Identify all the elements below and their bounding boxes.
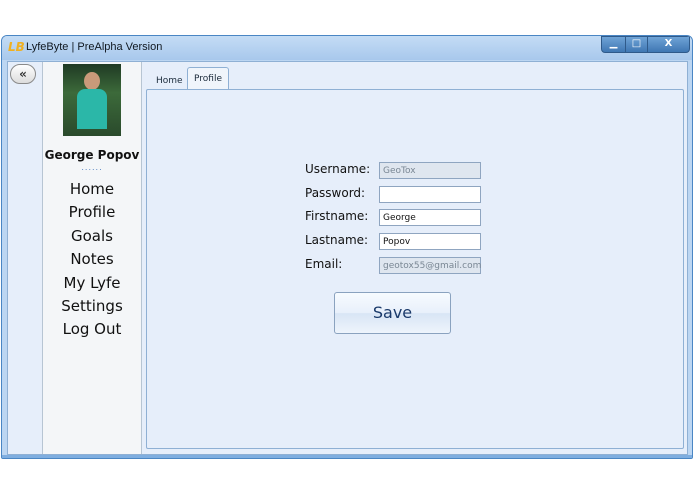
sidebar: George Popov ...... Home Profile Goals N… xyxy=(42,62,142,454)
title-bar[interactable]: LB LyfeByte | PreAlpha Version ▁ □ X xyxy=(2,36,692,60)
close-button[interactable]: X xyxy=(647,36,690,53)
sidebar-item-profile[interactable]: Profile xyxy=(43,201,141,224)
profile-panel: Username: GeoTox Password: Firstname: Ge… xyxy=(146,89,684,449)
email-field: geotox55@gmail.com xyxy=(379,257,481,274)
firstname-field[interactable]: George xyxy=(379,209,481,226)
user-name: George Popov xyxy=(44,148,140,162)
sidebar-item-log-out[interactable]: Log Out xyxy=(43,318,141,341)
sidebar-item-goals[interactable]: Goals xyxy=(43,225,141,248)
password-label: Password: xyxy=(305,186,366,200)
client-area: « George Popov ...... Home Profile Goals… xyxy=(7,61,688,455)
app-window: LB LyfeByte | PreAlpha Version ▁ □ X « G… xyxy=(1,35,693,459)
lastname-label: Lastname: xyxy=(305,233,369,247)
sidebar-nav: Home Profile Goals Notes My Lyfe Setting… xyxy=(43,178,141,342)
firstname-label: Firstname: xyxy=(305,209,369,223)
username-label: Username: xyxy=(305,162,371,176)
collapse-sidebar-button[interactable]: « xyxy=(10,64,36,84)
avatar-body xyxy=(77,89,107,129)
sidebar-item-settings[interactable]: Settings xyxy=(43,295,141,318)
minimize-button[interactable]: ▁ xyxy=(601,36,626,53)
tab-home[interactable]: Home xyxy=(149,70,190,90)
avatar-head xyxy=(84,72,100,90)
separator-dots: ...... xyxy=(81,163,103,172)
window-bottom-border xyxy=(2,455,692,458)
password-field[interactable] xyxy=(379,186,481,203)
lastname-field[interactable]: Popov xyxy=(379,233,481,250)
username-field: GeoTox xyxy=(379,162,481,179)
avatar xyxy=(63,64,121,136)
sidebar-item-home[interactable]: Home xyxy=(43,178,141,201)
tab-profile[interactable]: Profile xyxy=(187,67,229,91)
window-title: LyfeByte | PreAlpha Version xyxy=(26,41,163,53)
sidebar-item-notes[interactable]: Notes xyxy=(43,248,141,271)
maximize-button[interactable]: □ xyxy=(625,36,648,53)
sidebar-item-my-lyfe[interactable]: My Lyfe xyxy=(43,272,141,295)
email-label: Email: xyxy=(305,257,343,271)
save-button[interactable]: Save xyxy=(334,292,451,334)
app-logo-icon: LB xyxy=(8,40,25,54)
